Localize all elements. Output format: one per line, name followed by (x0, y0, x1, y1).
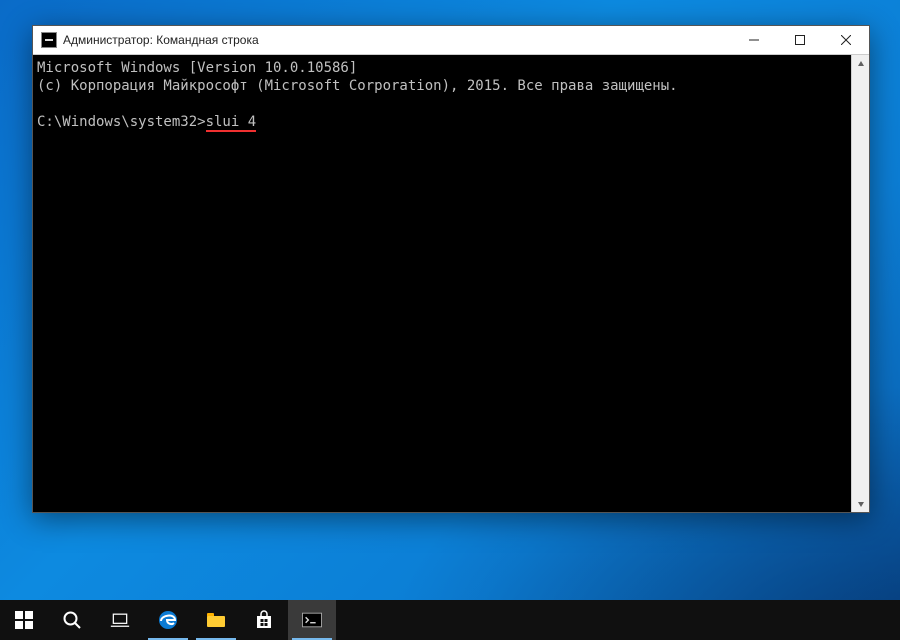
terminal-body[interactable]: Microsoft Windows [Version 10.0.10586] (… (33, 55, 869, 512)
cmd-icon (302, 610, 322, 630)
titlebar[interactable]: Администратор: Командная строка (33, 26, 869, 55)
terminal-line-1: Microsoft Windows [Version 10.0.10586] (37, 60, 357, 76)
taskbar-item-edge[interactable] (144, 600, 192, 640)
scroll-track[interactable] (852, 72, 869, 495)
windows-logo-icon (14, 610, 34, 630)
search-button[interactable] (48, 600, 96, 640)
terminal-prompt: C:\Windows\system32> (37, 114, 206, 130)
task-view-icon (110, 610, 130, 630)
cmd-app-icon (41, 32, 57, 48)
taskbar-item-file-explorer[interactable] (192, 600, 240, 640)
taskbar (0, 600, 900, 640)
edge-icon (158, 610, 178, 630)
terminal-line-2: (c) Корпорация Майкрософт (Microsoft Cor… (37, 78, 678, 94)
taskbar-item-store[interactable] (240, 600, 288, 640)
start-button[interactable] (0, 600, 48, 640)
search-icon (62, 610, 82, 630)
folder-icon (206, 610, 226, 630)
maximize-button[interactable] (777, 26, 823, 54)
scroll-up-arrow-icon[interactable] (852, 55, 869, 72)
window-title: Администратор: Командная строка (63, 33, 259, 47)
store-icon (254, 610, 274, 630)
task-view-button[interactable] (96, 600, 144, 640)
vertical-scrollbar[interactable] (851, 55, 869, 512)
close-button[interactable] (823, 26, 869, 54)
terminal-text[interactable]: Microsoft Windows [Version 10.0.10586] (… (33, 55, 851, 512)
scroll-down-arrow-icon[interactable] (852, 495, 869, 512)
cmd-window: Администратор: Командная строка Microsof… (32, 25, 870, 513)
taskbar-item-cmd[interactable] (288, 600, 336, 640)
minimize-button[interactable] (731, 26, 777, 54)
terminal-command: slui 4 (206, 114, 257, 132)
